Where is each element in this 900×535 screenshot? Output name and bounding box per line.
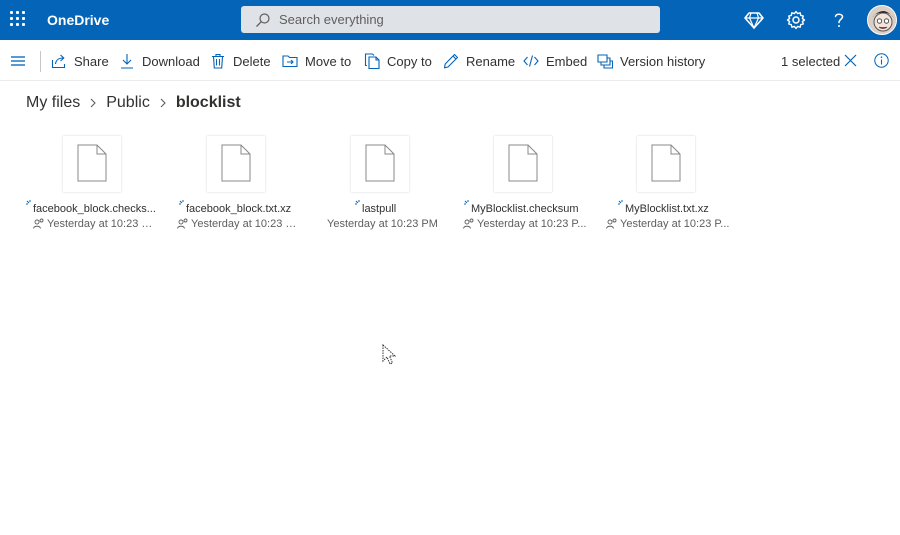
generic-file-icon <box>221 144 251 182</box>
top-bar: OneDrive <box>0 0 900 40</box>
file-thumbnail <box>207 136 265 192</box>
search-input[interactable] <box>279 6 649 33</box>
help-icon[interactable] <box>829 10 849 30</box>
breadcrumb-my-files[interactable]: My files <box>26 94 80 112</box>
download-button[interactable]: Download <box>119 41 200 81</box>
file-name: MyBlocklist.txt.xz <box>625 203 709 215</box>
generic-file-icon <box>508 144 538 182</box>
toolbar-divider <box>40 51 41 72</box>
premium-diamond-icon[interactable] <box>744 10 764 30</box>
app-title[interactable]: OneDrive <box>47 12 109 28</box>
copy-icon <box>364 53 380 69</box>
generic-file-icon <box>651 144 681 182</box>
breadcrumb-public[interactable]: Public <box>106 94 150 112</box>
move-folder-icon <box>282 55 298 68</box>
avatar[interactable] <box>867 5 897 35</box>
selection-count: 1 selected <box>781 41 840 81</box>
file-thumbnail <box>494 136 552 192</box>
rename-label: Rename <box>466 53 516 69</box>
share-label: Share <box>74 53 109 69</box>
gear-icon[interactable] <box>786 10 806 30</box>
breadcrumb: My files Public blocklist <box>26 92 241 114</box>
generic-file-icon <box>77 144 107 182</box>
share-button[interactable]: Share <box>51 41 109 81</box>
download-label: Download <box>142 53 200 69</box>
file-name: MyBlocklist.checksum <box>471 203 579 215</box>
move-to-button[interactable]: Move to <box>282 41 351 81</box>
version-history-button[interactable]: Version history <box>597 41 705 81</box>
file-thumbnail <box>351 136 409 192</box>
file-name: lastpull <box>362 203 397 215</box>
download-icon <box>121 54 133 69</box>
copy-to-label: Copy to <box>387 53 432 69</box>
file-modified: Yesterday at 10:23 PM <box>327 218 438 230</box>
command-bar: Share Download Delete Move to Copy to Re… <box>0 41 900 81</box>
delete-button[interactable]: Delete <box>210 41 271 81</box>
file-tile[interactable]: facebook_block.checks... Yesterday at 10… <box>26 136 156 236</box>
chevron-right-icon <box>90 98 97 108</box>
search-icon <box>256 13 270 27</box>
file-thumbnail <box>63 136 121 192</box>
file-tile[interactable]: MyBlocklist.checksum Yesterday at 10:23 … <box>457 136 587 236</box>
move-to-label: Move to <box>305 53 352 69</box>
file-tile[interactable]: lastpull Yesterday at 10:23 PM <box>314 136 444 236</box>
avatar-image <box>868 6 896 34</box>
version-history-icon <box>597 54 613 69</box>
app-launcher-icon[interactable] <box>10 11 26 27</box>
breadcrumb-blocklist: blocklist <box>175 94 241 111</box>
shared-icon <box>606 218 617 229</box>
shared-icon <box>463 218 474 229</box>
file-name: facebook_block.txt.xz <box>186 203 292 215</box>
file-modified: Yesterday at 10:23 P... <box>620 218 730 230</box>
generic-file-icon <box>365 144 395 182</box>
shared-icon <box>33 218 44 229</box>
embed-button[interactable]: Embed <box>523 41 587 81</box>
shared-icon <box>177 218 188 229</box>
close-icon[interactable] <box>844 54 857 67</box>
share-icon <box>51 54 66 69</box>
rename-button[interactable]: Rename <box>443 41 515 81</box>
selection-count-label: 1 selected <box>781 53 841 69</box>
file-modified: Yesterday at 10:23 P... <box>47 218 156 230</box>
file-tile[interactable]: MyBlocklist.txt.xz Yesterday at 10:23 P.… <box>600 136 730 236</box>
version-history-label: Version history <box>620 53 706 69</box>
search-box[interactable] <box>241 6 660 33</box>
code-icon <box>523 55 539 67</box>
file-modified: Yesterday at 10:23 P... <box>477 218 587 230</box>
file-modified: Yesterday at 10:23 P... <box>191 218 300 230</box>
pencil-icon <box>443 53 459 69</box>
delete-label: Delete <box>233 53 271 69</box>
mouse-cursor-icon <box>382 344 396 365</box>
file-thumbnail <box>637 136 695 192</box>
copy-to-button[interactable]: Copy to <box>364 41 432 81</box>
chevron-right-icon <box>160 98 166 108</box>
info-icon[interactable] <box>874 53 889 68</box>
embed-label: Embed <box>546 53 588 69</box>
trash-icon <box>212 53 224 69</box>
file-name: facebook_block.checks... <box>33 203 156 215</box>
file-tile[interactable]: facebook_block.txt.xz Yesterday at 10:23… <box>170 136 300 236</box>
hamburger-menu-icon[interactable] <box>10 53 26 69</box>
